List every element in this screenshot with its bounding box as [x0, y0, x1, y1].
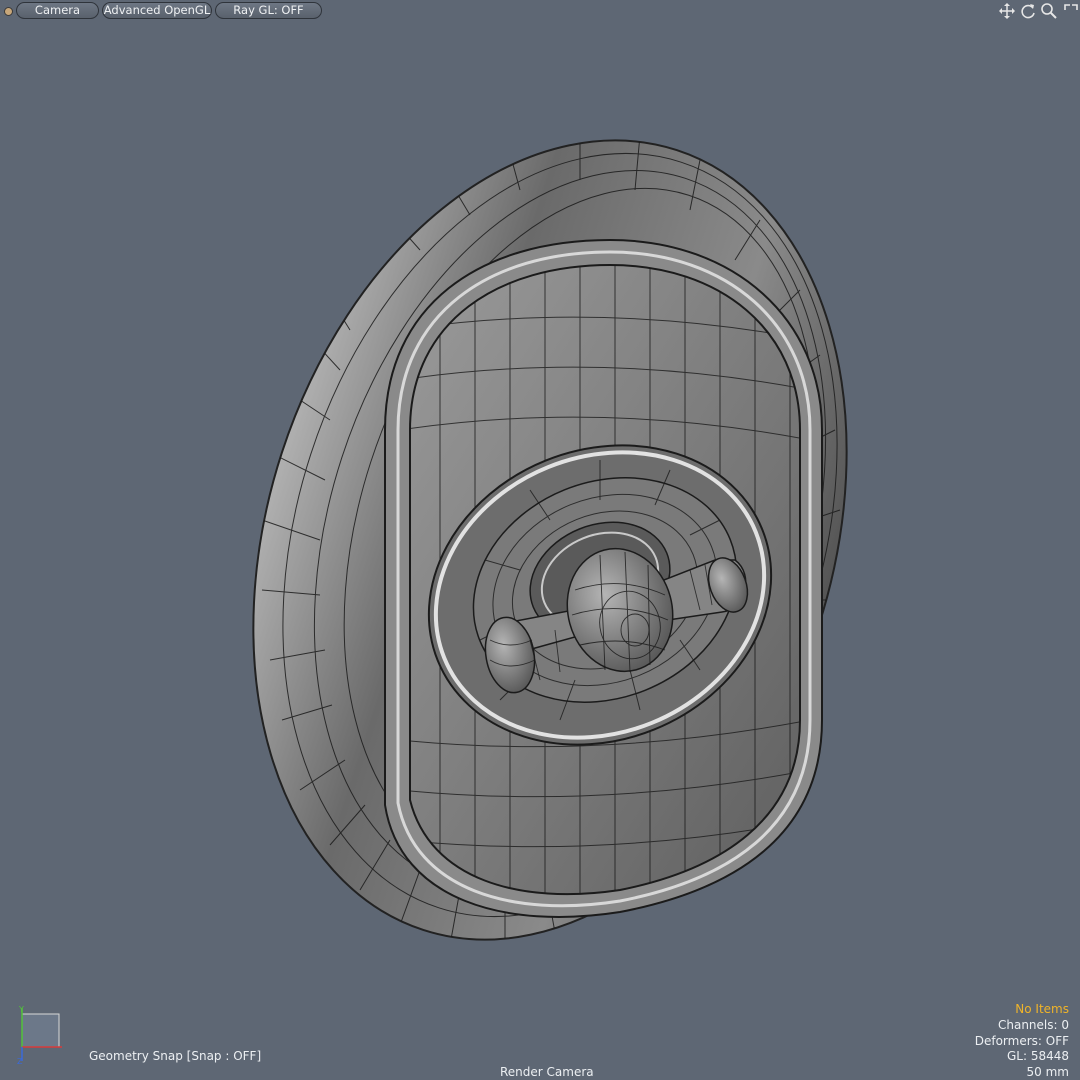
zoom-icon[interactable] [1040, 2, 1058, 20]
viewport-toolbar: Camera Advanced OpenGL Ray GL: OFF [0, 0, 1080, 22]
wall-switch-mesh [252, 125, 848, 961]
maximize-icon[interactable] [1062, 2, 1080, 20]
move-icon[interactable] [998, 2, 1016, 20]
selection-status: No Items [1015, 1002, 1069, 1016]
camera-button[interactable]: Camera [16, 2, 99, 19]
camera-name: Render Camera [500, 1065, 594, 1079]
channels-status: Channels: 0 [997, 1018, 1069, 1032]
axis-z-label: Z [17, 1057, 23, 1064]
gl-count: GL: 58448 [1006, 1049, 1069, 1063]
viewport-menu-dot[interactable] [4, 7, 13, 16]
focal-length: 50 mm [1026, 1065, 1069, 1079]
axis-gizmo: Y Z [17, 1005, 62, 1064]
deformers-status: Deformers: OFF [974, 1034, 1069, 1048]
ray-gl-button[interactable]: Ray GL: OFF [215, 2, 322, 19]
snap-status[interactable]: Geometry Snap [Snap : OFF] [89, 1049, 261, 1063]
rotate-icon[interactable] [1019, 2, 1037, 20]
3d-viewport[interactable] [0, 22, 1080, 1080]
shading-mode-button[interactable]: Advanced OpenGL [102, 2, 212, 19]
axis-y-label: Y [18, 1005, 24, 1014]
